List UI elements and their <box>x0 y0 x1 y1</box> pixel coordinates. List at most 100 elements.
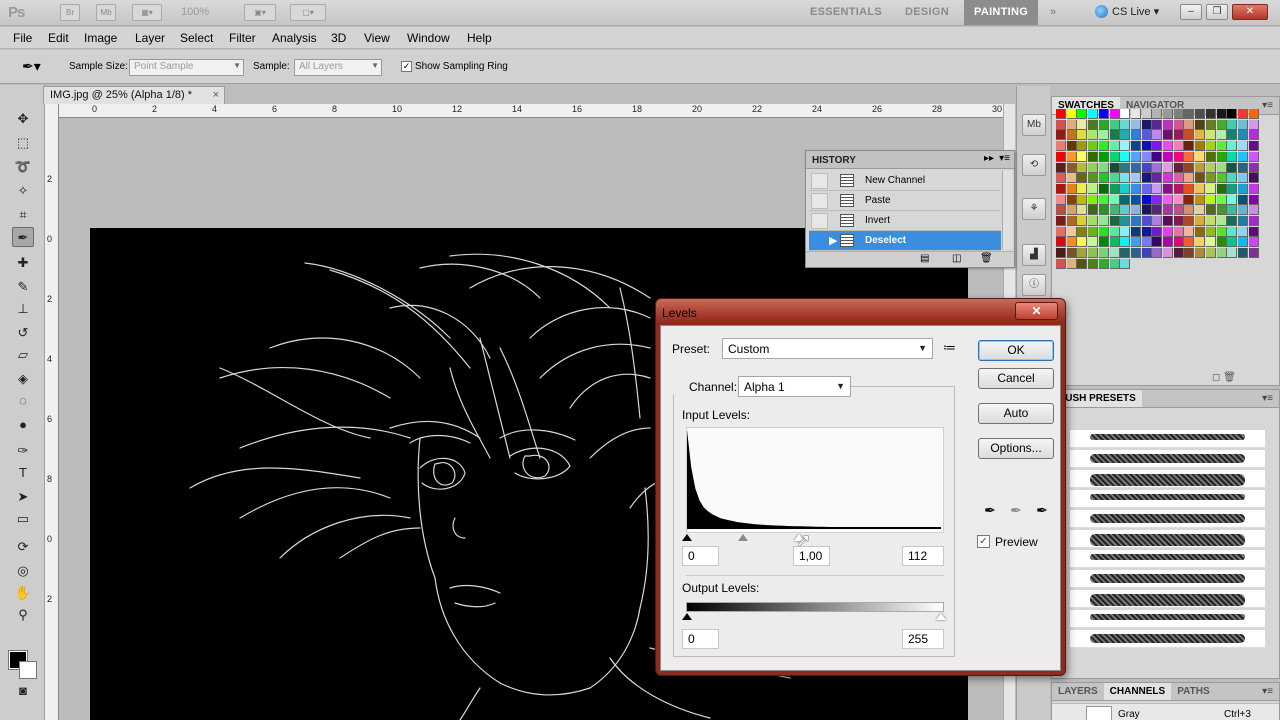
swatch[interactable] <box>1184 151 1195 162</box>
brush-preset-row[interactable] <box>1070 450 1265 468</box>
swatch[interactable] <box>1152 141 1163 152</box>
swatch[interactable] <box>1056 226 1066 237</box>
swatch[interactable] <box>1109 237 1120 248</box>
screen-mode-button[interactable]: ▢▾ <box>290 4 326 21</box>
swatch[interactable] <box>1056 173 1066 184</box>
swatch[interactable] <box>1109 258 1120 269</box>
swatch[interactable] <box>1227 183 1238 194</box>
swatch[interactable] <box>1195 237 1206 248</box>
swatch[interactable] <box>1098 237 1109 248</box>
swatch[interactable] <box>1163 109 1173 119</box>
swatch[interactable] <box>1237 237 1248 248</box>
history-source-checkbox[interactable] <box>811 193 828 209</box>
swatch[interactable] <box>1248 248 1259 259</box>
swatch[interactable] <box>1120 173 1131 184</box>
swatch[interactable] <box>1077 119 1088 130</box>
black-eyedropper-icon[interactable]: ✒ <box>981 501 999 519</box>
eyedropper-tool-icon[interactable]: ✒ <box>12 227 34 247</box>
history-scrollbar[interactable] <box>1002 171 1012 249</box>
swatch[interactable] <box>1077 141 1088 152</box>
swatch-footer-icons[interactable]: ◻ 🗑 <box>1212 372 1236 383</box>
swatch[interactable] <box>1098 130 1109 141</box>
swatch[interactable] <box>1066 194 1077 205</box>
swatch[interactable] <box>1173 130 1184 141</box>
swatch[interactable] <box>1205 151 1216 162</box>
panel-menu-icon[interactable]: ▾≡ <box>1262 100 1273 111</box>
swatch[interactable] <box>1237 151 1248 162</box>
white-eyedropper-icon[interactable]: ✒ <box>1033 501 1051 519</box>
swatch[interactable] <box>1120 162 1131 173</box>
swatch[interactable] <box>1141 248 1152 259</box>
input-black-field[interactable]: 0 <box>682 546 719 566</box>
swatch[interactable] <box>1163 216 1173 226</box>
swatch[interactable] <box>1216 205 1227 216</box>
swatch[interactable] <box>1195 259 1205 269</box>
brush-preset-row[interactable] <box>1070 530 1265 548</box>
swatch[interactable] <box>1088 183 1099 194</box>
swatch[interactable] <box>1216 173 1227 184</box>
sample-size-select[interactable]: Point Sample ▼ <box>129 59 244 76</box>
brush-preset-row[interactable] <box>1070 570 1265 588</box>
swatch[interactable] <box>1237 162 1248 173</box>
swatch[interactable] <box>1056 194 1066 205</box>
swatch[interactable] <box>1120 194 1131 205</box>
swatch[interactable] <box>1088 141 1099 152</box>
swatch[interactable] <box>1227 237 1238 248</box>
swatch[interactable] <box>1066 205 1077 216</box>
swatch[interactable] <box>1056 119 1066 130</box>
swatch[interactable] <box>1130 119 1141 130</box>
swatch[interactable] <box>1066 130 1077 141</box>
swatch[interactable] <box>1195 162 1206 173</box>
brush-preset-row[interactable] <box>1070 550 1265 568</box>
options-button[interactable]: Options... <box>978 438 1054 459</box>
swatch[interactable] <box>1141 237 1152 248</box>
swatch[interactable] <box>1109 216 1120 226</box>
swatch[interactable] <box>1195 183 1206 194</box>
swatch[interactable] <box>1120 226 1131 237</box>
swatch[interactable] <box>1066 141 1077 152</box>
swatch[interactable] <box>1163 141 1173 152</box>
swatch[interactable] <box>1098 119 1109 130</box>
swatch[interactable] <box>1216 151 1227 162</box>
swatch[interactable] <box>1152 151 1163 162</box>
channel-select[interactable]: Alpha 1 ▼ <box>738 376 851 397</box>
menu-image[interactable]: Image <box>84 31 117 45</box>
swatch[interactable] <box>1216 226 1227 237</box>
swatch[interactable] <box>1205 194 1216 205</box>
swatch[interactable] <box>1184 119 1195 130</box>
preset-select[interactable]: Custom ▼ <box>722 338 933 359</box>
swatch[interactable] <box>1077 226 1088 237</box>
swatch[interactable] <box>1173 216 1184 226</box>
swatch[interactable] <box>1142 259 1152 269</box>
swatch[interactable] <box>1227 205 1238 216</box>
more-workspaces[interactable]: » <box>1040 0 1066 25</box>
swatch[interactable] <box>1152 248 1163 259</box>
swatch[interactable] <box>1109 141 1120 152</box>
swatch[interactable] <box>1237 216 1248 226</box>
swatch[interactable] <box>1066 216 1077 226</box>
swatch[interactable] <box>1088 119 1099 130</box>
show-sampling-ring-checkbox[interactable]: ✓ <box>401 61 412 72</box>
mini-bridge-button[interactable]: Mb <box>96 4 116 21</box>
swatch[interactable] <box>1173 141 1184 152</box>
swatch[interactable] <box>1098 151 1109 162</box>
swatch[interactable] <box>1120 151 1131 162</box>
swatch[interactable] <box>1130 183 1141 194</box>
swatch[interactable] <box>1056 183 1066 194</box>
swatch[interactable] <box>1098 183 1109 194</box>
history-item[interactable]: Paste <box>809 191 1001 211</box>
shape-tool-icon[interactable]: ▭ <box>12 509 34 529</box>
swatch[interactable] <box>1216 162 1227 173</box>
swatch[interactable] <box>1120 130 1131 141</box>
menu-window[interactable]: Window <box>407 31 450 45</box>
history-source-checkbox[interactable] <box>811 213 828 229</box>
swatch[interactable] <box>1152 109 1163 119</box>
swatch[interactable] <box>1152 194 1163 205</box>
menu-file[interactable]: File <box>13 31 32 45</box>
history-item[interactable]: New Channel <box>809 171 1001 191</box>
swatch[interactable] <box>1205 248 1216 259</box>
menu-analysis[interactable]: Analysis <box>272 31 317 45</box>
swatch[interactable] <box>1130 109 1141 119</box>
swatch[interactable] <box>1205 183 1216 194</box>
swatch[interactable] <box>1184 237 1195 248</box>
